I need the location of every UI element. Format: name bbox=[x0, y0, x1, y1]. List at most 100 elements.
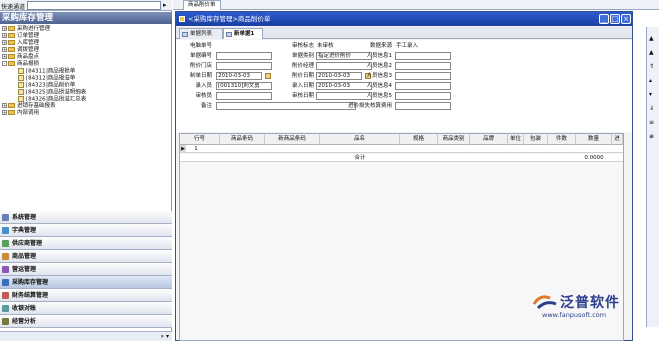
down-arrow-icon[interactable]: ▾ bbox=[649, 91, 652, 98]
top-arrow-icon[interactable]: ⇑ bbox=[649, 63, 654, 70]
tree-node[interactable]: + 内部调用 bbox=[2, 110, 39, 117]
module-system[interactable]: 系统管理 bbox=[0, 211, 172, 224]
folder-icon bbox=[8, 110, 15, 115]
person-1-field[interactable] bbox=[395, 52, 451, 60]
total-row: 合计 0.0000 bbox=[180, 154, 623, 162]
folder-icon bbox=[8, 54, 15, 59]
menu-tree: + 采购进行管理 + 订单管理 + 入库管理 + 调拨管理 + 商品盘点 - 商品报损 [8… bbox=[0, 25, 172, 211]
more-arrows-icon[interactable]: » ▾ bbox=[160, 333, 169, 340]
tree-node[interactable]: + 订单管理 bbox=[2, 33, 39, 40]
tree-node[interactable]: + 入库管理 bbox=[2, 40, 39, 47]
tab-discount-doc[interactable]: 商品削价单 bbox=[183, 0, 221, 10]
tree-node[interactable]: + 采购进行管理 bbox=[2, 26, 50, 33]
module-operation[interactable]: 营运管理 bbox=[0, 263, 172, 276]
col-unit[interactable]: 单位 bbox=[508, 134, 524, 145]
expand-icon[interactable]: + bbox=[2, 47, 7, 52]
expand-icon[interactable]: + bbox=[2, 33, 7, 38]
label-person-3: 人员信息3 bbox=[366, 73, 393, 79]
doc-no-field[interactable] bbox=[216, 52, 272, 60]
up-arrow-icon[interactable]: ▴ bbox=[649, 77, 652, 84]
module-icon bbox=[2, 266, 9, 273]
col-brand[interactable]: 品牌 bbox=[470, 134, 508, 145]
tree-leaf[interactable]: [84312]商品报溢单 bbox=[18, 75, 75, 82]
go-arrow-icon[interactable]: ▸ bbox=[163, 1, 167, 9]
logo-url: www.fanpusoft.com bbox=[542, 311, 607, 319]
make-date-field[interactable]: 2010-03-03 bbox=[216, 72, 262, 80]
bottom-arrow-icon[interactable]: ⇓ bbox=[649, 105, 654, 112]
tab-new-document[interactable]: 新单据1 bbox=[223, 28, 263, 39]
auditor-field[interactable] bbox=[216, 92, 272, 100]
col-category[interactable]: 商品类别 bbox=[438, 134, 470, 145]
col-quantity[interactable]: 数量 bbox=[576, 134, 612, 145]
up-arrow-icon[interactable]: ▲ bbox=[649, 35, 654, 42]
module-cashier[interactable]: 收银对账 bbox=[0, 302, 172, 315]
tree-leaf[interactable]: [84326]商品损溢汇总表 bbox=[18, 96, 86, 103]
tree-leaf[interactable]: [84323]商品削价单 bbox=[18, 82, 75, 89]
module-supplier[interactable]: 供应商管理 bbox=[0, 237, 172, 250]
col-package[interactable]: 包装 bbox=[524, 134, 548, 145]
col-row-no[interactable]: 行号 bbox=[180, 134, 220, 145]
window-icon bbox=[179, 16, 185, 22]
module-icon bbox=[2, 240, 9, 247]
module-icon bbox=[2, 292, 9, 299]
collapse-icon[interactable]: - bbox=[2, 61, 7, 66]
col-cost[interactable]: 进价 bbox=[612, 134, 623, 153]
maximize-icon[interactable]: □ bbox=[610, 14, 620, 24]
tree-leaf[interactable]: [84325]商品损溢明细表 bbox=[18, 89, 86, 96]
close-icon[interactable]: × bbox=[621, 14, 631, 24]
label-entry-date: 录入日期 bbox=[291, 83, 314, 89]
tab-document-list[interactable]: 单据列表 bbox=[179, 28, 223, 39]
folder-icon bbox=[8, 26, 15, 31]
tree-leaf[interactable]: [84311]商品报损单 bbox=[18, 68, 75, 75]
expand-icon[interactable]: + bbox=[2, 110, 7, 115]
quick-access-input[interactable] bbox=[27, 1, 161, 10]
col-pieces[interactable]: 件数 bbox=[548, 134, 576, 145]
label-person-2: 人员信息2 bbox=[366, 63, 393, 69]
label-make-date: 制单日期 bbox=[189, 73, 212, 79]
col-name[interactable]: 品名 bbox=[320, 134, 400, 145]
label-remark: 备注 bbox=[200, 103, 212, 109]
module-icon bbox=[2, 305, 9, 312]
folder-open-icon bbox=[8, 61, 15, 66]
col-barcode[interactable]: 商品条码 bbox=[220, 134, 265, 145]
person-4-field[interactable] bbox=[395, 82, 451, 90]
module-product[interactable]: 商品管理 bbox=[0, 250, 172, 263]
label-audit-flag: 审核标志 bbox=[291, 43, 314, 49]
folder-icon bbox=[8, 33, 15, 38]
sub-tab-bar: 单据列表 新单据1 bbox=[176, 27, 632, 39]
right-toolbar: ▲ ▲ ⇑ ▴ ▾ ⇓ ≡ ≢ bbox=[646, 27, 659, 327]
entry-user-field[interactable]: [001310]刘文勇 bbox=[216, 82, 272, 90]
expand-icon[interactable]: + bbox=[2, 40, 7, 45]
tree-node[interactable]: + 调拨管理 bbox=[2, 47, 39, 54]
quick-access-label: 快速通道 bbox=[1, 4, 26, 11]
module-purchase-inventory[interactable]: 采购库存管理 bbox=[0, 276, 172, 289]
module-finance[interactable]: 财务结算管理 bbox=[0, 289, 172, 302]
insert-icon[interactable]: ≡ bbox=[649, 119, 654, 126]
expand-icon[interactable]: + bbox=[2, 103, 7, 108]
module-dictionary[interactable]: 字典管理 bbox=[0, 224, 172, 237]
expand-icon[interactable]: + bbox=[2, 26, 7, 31]
person-2-field[interactable] bbox=[395, 62, 451, 70]
expand-icon[interactable]: + bbox=[2, 54, 7, 59]
store-field[interactable] bbox=[216, 62, 272, 70]
up-arrow-icon[interactable]: ▲ bbox=[649, 49, 654, 56]
date-picker-icon[interactable] bbox=[265, 73, 271, 79]
folder-icon bbox=[8, 103, 15, 108]
delete-icon[interactable]: ≢ bbox=[649, 133, 654, 140]
col-spec[interactable]: 规格 bbox=[400, 134, 438, 145]
folder-icon bbox=[8, 47, 15, 52]
document-icon bbox=[18, 89, 24, 95]
module-icon bbox=[2, 318, 9, 325]
minimize-icon[interactable]: _ bbox=[599, 14, 609, 24]
person-5-field[interactable] bbox=[395, 92, 451, 100]
loss-cost-field[interactable] bbox=[395, 102, 451, 110]
tree-node[interactable]: + 进销存基础报表 bbox=[2, 103, 56, 110]
tree-node[interactable]: + 商品盘点 bbox=[2, 54, 39, 61]
table-row[interactable]: ▶ 1 bbox=[180, 145, 623, 153]
col-new-barcode[interactable]: 新商品条码 bbox=[265, 134, 320, 145]
label-discount-date: 削价日期 bbox=[291, 73, 314, 79]
tree-node[interactable]: - 商品报损 bbox=[2, 61, 39, 68]
module-analysis[interactable]: 经营分析 bbox=[0, 315, 172, 328]
row-number: 1 bbox=[194, 146, 198, 152]
person-3-field[interactable] bbox=[395, 72, 451, 80]
